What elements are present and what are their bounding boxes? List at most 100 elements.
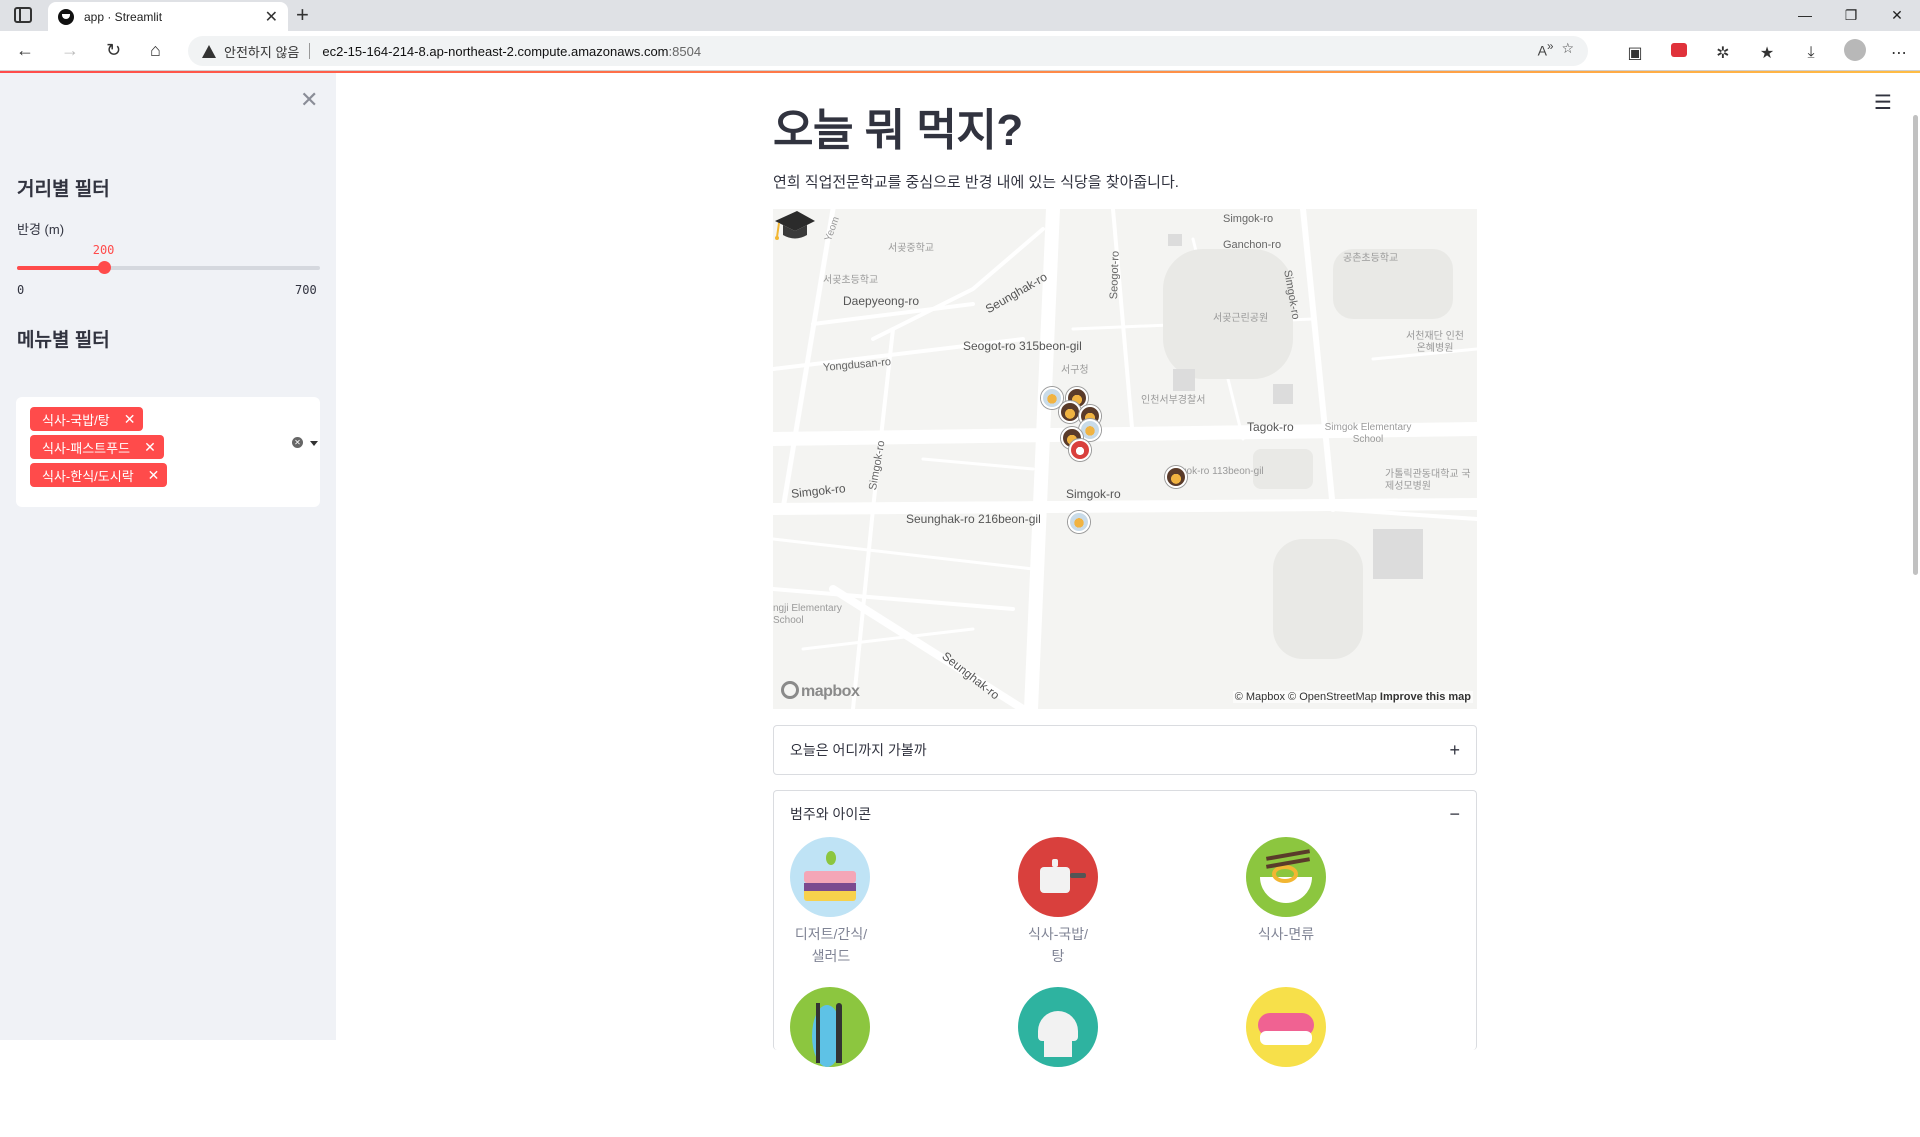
distance-expander[interactable]: 오늘은 어디까지 가볼까 +: [773, 725, 1477, 775]
map-label: gok-ro 113beon-gil: [1181, 466, 1264, 477]
address-field-actions: A» ☆: [1538, 40, 1574, 59]
collapse-icon[interactable]: −: [1449, 804, 1460, 825]
close-sidebar-icon[interactable]: ✕: [300, 87, 318, 113]
main-menu-icon[interactable]: ☰: [1874, 90, 1892, 115]
mapbox-logo-text: mapbox: [801, 683, 860, 700]
slider-fill: [17, 266, 104, 270]
clear-all-icon[interactable]: ✕: [292, 437, 303, 448]
improve-map-link[interactable]: Improve this map: [1380, 691, 1471, 703]
pot-icon: [1018, 837, 1098, 917]
warning-icon: [202, 44, 216, 58]
forward-icon[interactable]: →: [61, 39, 79, 61]
divider: [309, 43, 311, 59]
map-label: Simgok-ro: [1066, 487, 1121, 501]
restaurant-marker[interactable]: [1068, 511, 1090, 533]
noodle-icon: [1246, 837, 1326, 917]
map-label: Simgok Elementary School: [1324, 422, 1412, 445]
close-window-icon[interactable]: ✕: [1874, 0, 1920, 31]
category-item: [1018, 987, 1098, 1073]
category-label: 디저트/간식/샐러드: [794, 926, 868, 964]
browser-tab-bar: app · Streamlit ✕ + — ❐ ✕: [0, 0, 1920, 31]
selected-menu-chip[interactable]: 식사-한식/도시락 ✕: [30, 463, 168, 487]
map-label: Ganchon-ro: [1223, 239, 1282, 251]
expand-icon[interactable]: +: [1449, 740, 1460, 761]
browser-tab[interactable]: app · Streamlit ✕: [48, 2, 288, 31]
extension-red-icon[interactable]: [1668, 43, 1690, 62]
tab-title: app · Streamlit: [84, 9, 163, 24]
mapbox-logo[interactable]: mapbox: [781, 681, 860, 701]
map-attribution: © Mapbox © OpenStreetMap Improve this ma…: [1232, 691, 1473, 703]
close-tab-icon[interactable]: ✕: [265, 7, 278, 27]
map-label: Seunghak-ro 216beon-gil: [906, 512, 1041, 526]
streamlit-favicon-icon: [58, 8, 74, 25]
restaurant-map[interactable]: Simgok-ro Ganchon-ro Simgok-ro Seogot-ro…: [773, 209, 1477, 709]
tab-actions-icon[interactable]: [14, 7, 32, 23]
menu-multiselect[interactable]: 식사-국밥/탕 ✕ 식사-패스트푸드 ✕ 식사-한식/도시락 ✕ ✕: [16, 397, 320, 507]
category-item: [1246, 987, 1326, 1073]
category-item: 식사-면류: [1246, 837, 1326, 945]
refresh-icon[interactable]: ↻: [106, 39, 121, 61]
remove-chip-icon[interactable]: ✕: [148, 467, 160, 484]
map-label: Tagok-ro: [1247, 420, 1294, 434]
back-icon[interactable]: ←: [16, 39, 34, 61]
category-item: 식사-국밥/탕: [1018, 837, 1098, 967]
map-label: 서곶근린공원: [1213, 313, 1269, 324]
map-label: 서구청: [1061, 365, 1089, 376]
dropdown-caret-icon[interactable]: [310, 441, 318, 446]
page-scrollbar[interactable]: [1913, 115, 1918, 575]
restaurant-marker[interactable]: [1069, 439, 1091, 461]
browser-extensions: ▣ ✲ ★ ⤓ ⋯: [1624, 39, 1910, 66]
sidebar: ✕ 거리별 필터 반경 (m) 200 0 700 메뉴별 필터 식사-국밥/탕…: [0, 73, 336, 1040]
home-icon[interactable]: ⌂: [150, 39, 161, 61]
expander-header[interactable]: 오늘은 어디까지 가볼까 +: [774, 726, 1476, 774]
expander-label: 범주와 아이콘: [790, 806, 872, 822]
map-label: 공촌초등학교: [1343, 253, 1399, 264]
map-label: Simgok-ro: [1223, 213, 1274, 225]
selected-menu-chip[interactable]: 식사-패스트푸드 ✕: [30, 435, 164, 459]
security-label: 안전하지 않음: [224, 44, 300, 60]
restaurant-marker[interactable]: [1165, 466, 1187, 488]
profile-icon[interactable]: [1844, 39, 1866, 66]
map-label: 서곶중학교: [888, 243, 934, 254]
remove-chip-icon[interactable]: ✕: [144, 439, 156, 456]
radius-value: 200: [92, 243, 115, 257]
favorites-icon[interactable]: ★: [1756, 43, 1778, 63]
favorite-star-icon[interactable]: ☆: [1561, 40, 1574, 59]
url-port: :8504: [668, 43, 702, 59]
map-label: 인천서부경찰서: [1141, 395, 1206, 406]
window-controls: — ❐ ✕: [1782, 0, 1920, 31]
restaurant-marker[interactable]: [1059, 401, 1081, 423]
category-icons-expander[interactable]: 범주와 아이콘 − 디저트/간식/샐러드 식사-국밥/탕 식사-면류: [773, 790, 1477, 1067]
chef-hat-icon: [1018, 987, 1098, 1067]
selected-menu-chip[interactable]: 식사-국밥/탕 ✕: [30, 407, 144, 431]
remove-chip-icon[interactable]: ✕: [124, 411, 136, 428]
url-host: ec2-15-164-214-8.ap-northeast-2.compute.…: [322, 43, 669, 59]
radius-slider[interactable]: [17, 261, 320, 274]
map-label: Daepyeong-ro: [843, 294, 920, 308]
slider-thumb[interactable]: [97, 261, 111, 274]
attribution-text[interactable]: © Mapbox © OpenStreetMap: [1235, 691, 1377, 703]
distance-filter-heading: 거리별 필터: [17, 179, 110, 200]
mapbox-ring-icon: [781, 681, 799, 699]
cake-icon: [790, 837, 870, 917]
address-field[interactable]: 안전하지 않음 ec2-15-164-214-8.ap-northeast-2.…: [188, 36, 1588, 66]
radius-max: 700: [295, 283, 317, 297]
page-description: 연희 직업전문학교를 중심으로 반경 내에 있는 식당을 찾아줍니다.: [773, 174, 1179, 191]
category-label: 식사-면류: [1257, 926, 1315, 942]
new-tab-icon[interactable]: +: [296, 3, 309, 27]
restore-icon[interactable]: ❐: [1828, 0, 1874, 31]
category-item: [790, 987, 870, 1073]
map-label: 서곶초등학교: [823, 275, 879, 286]
collections-icon[interactable]: ▣: [1624, 43, 1646, 63]
extensions-icon[interactable]: ✲: [1712, 43, 1734, 63]
expander-header[interactable]: 범주와 아이콘 −: [774, 791, 1476, 837]
cutlery-icon: [790, 987, 870, 1067]
map-label: Seogot-ro 315beon-gil: [963, 339, 1082, 353]
downloads-icon[interactable]: ⤓: [1800, 44, 1822, 62]
radius-label: 반경 (m): [17, 222, 65, 237]
read-aloud-icon[interactable]: A»: [1538, 40, 1554, 59]
map-label: 가톨릭관동대학교 국제성모병원: [1385, 469, 1471, 492]
school-graduation-cap-icon: [775, 211, 815, 240]
more-icon[interactable]: ⋯: [1888, 43, 1910, 63]
minimize-icon[interactable]: —: [1782, 0, 1828, 31]
